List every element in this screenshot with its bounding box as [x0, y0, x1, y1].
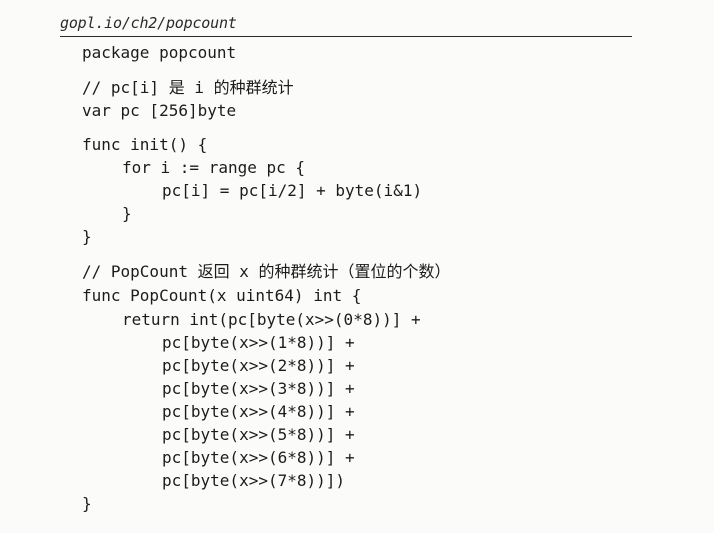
- code-line-comment-pc: // pc[i] 是 i 的种群统计: [82, 78, 294, 97]
- code-line-close-init: }: [82, 227, 92, 246]
- code-line-term-4: pc[byte(x>>(4*8))] +: [162, 402, 355, 421]
- code-line-for-range: for i := range pc {: [122, 158, 306, 177]
- book-page: gopl.io/ch2/popcount package popcount //…: [0, 0, 714, 533]
- code-line-term-5: pc[byte(x>>(5*8))] +: [162, 425, 355, 444]
- header-rule: [60, 36, 632, 37]
- code-line-term-3: pc[byte(x>>(3*8))] +: [162, 379, 355, 398]
- code-line-close-popcount: }: [82, 494, 92, 513]
- code-line-pc-assign: pc[i] = pc[i/2] + byte(i&1): [162, 181, 423, 200]
- code-line-term-6: pc[byte(x>>(6*8))] +: [162, 448, 355, 467]
- code-line-term-7: pc[byte(x>>(7*8))]): [162, 471, 346, 490]
- code-line-term-1: pc[byte(x>>(1*8))] +: [162, 333, 355, 352]
- code-line-term-2: pc[byte(x>>(2*8))] +: [162, 356, 355, 375]
- code-line-return: return int(pc[byte(x>>(0*8))] +: [122, 310, 421, 329]
- code-line-func-popcount: func PopCount(x uint64) int {: [82, 286, 362, 305]
- code-line-close-for: }: [122, 204, 132, 223]
- code-line-func-init: func init() {: [82, 135, 208, 154]
- code-line-comment-popcount: // PopCount 返回 x 的种群统计（置位的个数）: [82, 262, 451, 281]
- code-line-var-pc: var pc [256]byte: [82, 101, 237, 120]
- code-line-package: package popcount: [82, 43, 237, 62]
- source-path-label: gopl.io/ch2/popcount: [60, 14, 237, 32]
